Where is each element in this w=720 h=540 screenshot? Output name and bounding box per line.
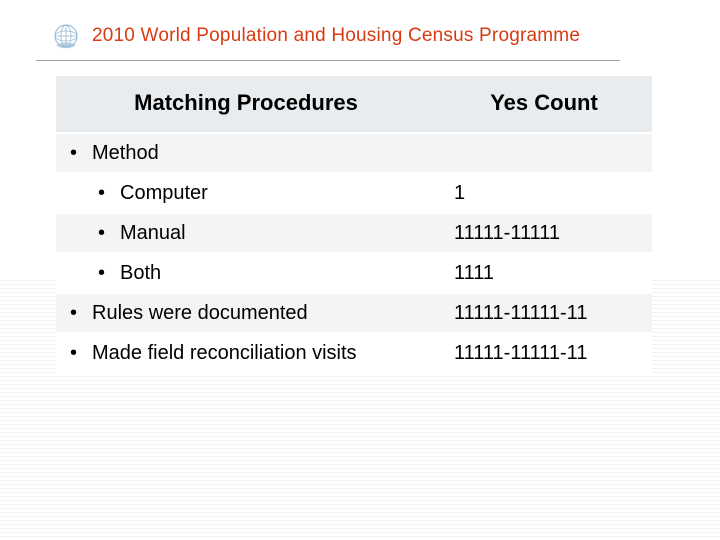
row-both: • Both	[70, 260, 426, 286]
row-label: Made field reconciliation visits	[92, 340, 357, 366]
row-method: • Method	[70, 140, 426, 166]
matching-procedures-table: Matching Procedures Yes Count • Method •	[56, 76, 652, 374]
row-label: Rules were documented	[92, 300, 308, 326]
bullet-icon: •	[70, 300, 92, 326]
row-yes: 11111-11111	[436, 213, 652, 253]
bullet-icon: •	[70, 140, 92, 166]
table-row: • Both 1111	[56, 253, 652, 293]
table-row: • Computer 1	[56, 173, 652, 213]
table-row: • Method	[56, 133, 652, 173]
row-yes: 1	[436, 173, 652, 213]
table-header-row: Matching Procedures Yes Count	[56, 76, 652, 133]
row-manual: • Manual	[70, 220, 426, 246]
table-row: • Rules were documented 11111-11111-11	[56, 293, 652, 333]
un-logo-icon	[50, 20, 82, 52]
row-computer: • Computer	[70, 180, 426, 206]
col-header-yes-count: Yes Count	[436, 76, 652, 133]
row-label: Both	[120, 260, 161, 286]
row-yes: 11111-11111-11	[436, 293, 652, 333]
row-label: Computer	[120, 180, 208, 206]
bullet-icon: •	[98, 220, 120, 246]
row-label: Method	[92, 140, 159, 166]
table-row: • Manual 11111-11111	[56, 213, 652, 253]
row-yes	[436, 133, 652, 173]
programme-title: 2010 World Population and Housing Census…	[92, 25, 580, 47]
row-rules-documented: • Rules were documented	[70, 300, 426, 326]
row-label: Manual	[120, 220, 186, 246]
col-header-procedures: Matching Procedures	[56, 76, 436, 133]
bullet-icon: •	[98, 180, 120, 206]
bullet-icon: •	[98, 260, 120, 286]
table-row: • Made field reconciliation visits 11111…	[56, 333, 652, 373]
bullet-icon: •	[70, 340, 92, 366]
header-divider	[36, 60, 620, 61]
slide-header: 2010 World Population and Housing Census…	[50, 14, 620, 58]
row-yes: 1111	[436, 253, 652, 293]
row-yes: 11111-11111-11	[436, 333, 652, 373]
row-field-reconciliation: • Made field reconciliation visits	[70, 340, 426, 366]
